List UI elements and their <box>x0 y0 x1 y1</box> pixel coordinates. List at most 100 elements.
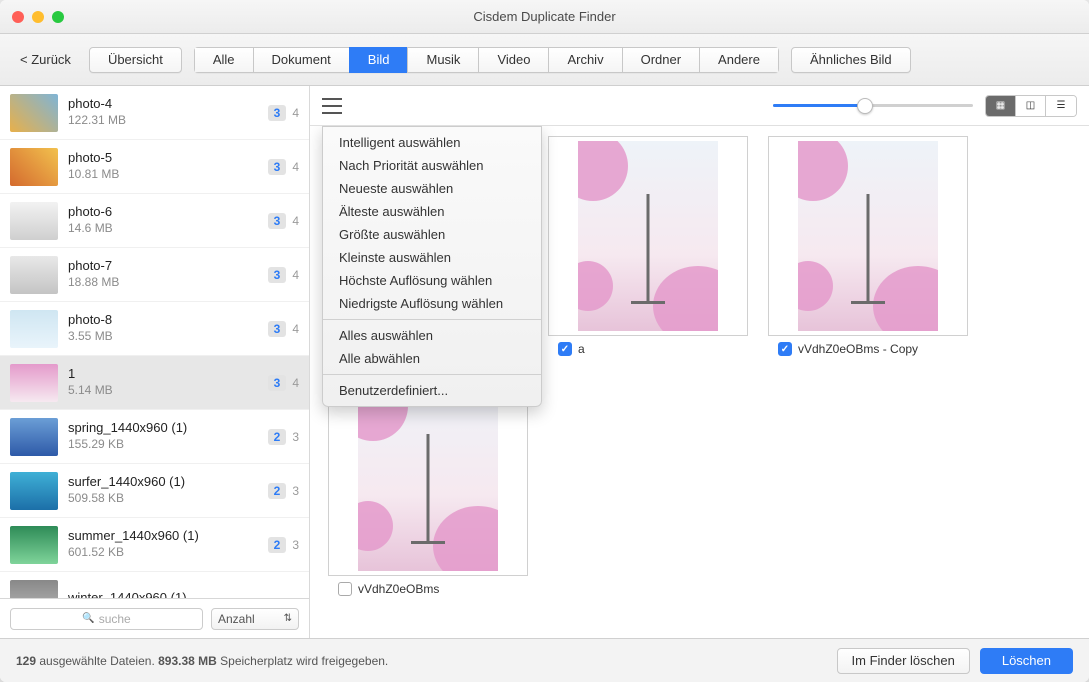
file-list: photo-4122.31 MB34photo-510.81 MB34photo… <box>0 86 309 598</box>
list-item[interactable]: surfer_1440x960 (1)509.58 KB23 <box>0 464 309 518</box>
footer: 129 ausgewählte Dateien. 893.38 MB Speic… <box>0 638 1089 682</box>
sort-label: Anzahl <box>218 612 255 626</box>
list-item[interactable]: spring_1440x960 (1)155.29 KB23 <box>0 410 309 464</box>
compare-icon: ◫ <box>1026 100 1035 111</box>
thumbnail-card[interactable]: a <box>548 136 748 356</box>
menu-item[interactable]: Kleinste auswählen <box>323 246 541 269</box>
thumbnail-icon <box>10 526 58 564</box>
selection-menu-button[interactable] <box>322 98 342 114</box>
select-checkbox[interactable] <box>338 582 352 596</box>
menu-item[interactable]: Älteste auswählen <box>323 200 541 223</box>
main-header: ▦ ◫ ☰ <box>310 86 1089 126</box>
list-item[interactable]: photo-83.55 MB34 <box>0 302 309 356</box>
search-icon: 🔍 <box>82 613 94 624</box>
file-name: photo-7 <box>68 258 258 275</box>
total-count: 3 <box>292 484 299 498</box>
file-size: 601.52 KB <box>68 545 258 561</box>
similar-image-button[interactable]: Ähnliches Bild <box>791 47 911 73</box>
file-size: 122.31 MB <box>68 113 258 129</box>
total-count: 4 <box>292 214 299 228</box>
titlebar[interactable]: Cisdem Duplicate Finder <box>0 0 1089 34</box>
tab-musik[interactable]: Musik <box>407 47 478 73</box>
list-item[interactable]: winter_1440x960 (1) <box>0 572 309 598</box>
selected-count-badge: 3 <box>268 375 287 391</box>
select-checkbox[interactable] <box>558 342 572 356</box>
back-button[interactable]: < Zurück <box>14 52 77 67</box>
delete-in-finder-button[interactable]: Im Finder löschen <box>837 648 970 674</box>
list-item[interactable]: photo-614.6 MB34 <box>0 194 309 248</box>
total-count: 4 <box>292 160 299 174</box>
overview-button[interactable]: Übersicht <box>89 47 182 73</box>
list-item[interactable]: summer_1440x960 (1)601.52 KB23 <box>0 518 309 572</box>
thumbnail-icon <box>10 580 58 599</box>
thumbnail-icon <box>10 148 58 186</box>
tab-ordner[interactable]: Ordner <box>622 47 699 73</box>
menu-item[interactable]: Benutzerdefiniert... <box>323 379 541 402</box>
list-item[interactable]: photo-718.88 MB 34 <box>0 248 309 302</box>
view-mode-segmented: ▦ ◫ ☰ <box>985 95 1077 117</box>
selected-count-badge: 2 <box>268 537 287 553</box>
menu-item[interactable]: Alles auswählen <box>323 324 541 347</box>
tab-dokument[interactable]: Dokument <box>253 47 349 73</box>
thumbnail-frame <box>548 136 748 336</box>
file-size: 5.14 MB <box>68 383 258 399</box>
sidebar-footer: 🔍 suche Anzahl ⇅ <box>0 598 309 638</box>
freed-size: 893.38 MB <box>158 654 217 668</box>
tab-andere[interactable]: Andere <box>699 47 779 73</box>
selected-count: 129 <box>16 654 36 668</box>
total-count: 4 <box>292 268 299 282</box>
file-name: a <box>578 342 585 356</box>
file-name: vVdhZ0eOBms - Copy <box>798 342 918 356</box>
file-name: spring_1440x960 (1) <box>68 420 258 437</box>
menu-item[interactable]: Höchste Auflösung wählen <box>323 269 541 292</box>
window-title: Cisdem Duplicate Finder <box>0 9 1089 24</box>
file-size: 155.29 KB <box>68 437 258 453</box>
menu-item[interactable]: Intelligent auswählen <box>323 131 541 154</box>
tab-alle[interactable]: Alle <box>194 47 253 73</box>
thumbnail-card[interactable]: vVdhZ0eOBms <box>328 376 528 596</box>
file-name: photo-6 <box>68 204 258 221</box>
list-item[interactable]: photo-4122.31 MB34 <box>0 86 309 140</box>
menu-item[interactable]: Größte auswählen <box>323 223 541 246</box>
thumbnail-grid: Intelligent auswählenNach Priorität ausw… <box>310 126 1089 638</box>
sort-select[interactable]: Anzahl ⇅ <box>211 608 299 630</box>
file-name: photo-8 <box>68 312 258 329</box>
total-count: 4 <box>292 376 299 390</box>
tab-bild[interactable]: Bild <box>349 47 408 73</box>
file-name: 1 <box>68 366 258 383</box>
thumbnail-size-slider[interactable] <box>773 96 973 116</box>
toolbar: < Zurück Übersicht AlleDokumentBildMusik… <box>0 34 1089 86</box>
tab-archiv[interactable]: Archiv <box>548 47 621 73</box>
menu-item[interactable]: Neueste auswählen <box>323 177 541 200</box>
thumbnail-icon <box>10 418 58 456</box>
selected-count-badge: 3 <box>268 321 287 337</box>
view-compare-button[interactable]: ◫ <box>1016 96 1046 116</box>
file-size: 509.58 KB <box>68 491 258 507</box>
delete-button[interactable]: Löschen <box>980 648 1073 674</box>
search-input[interactable]: 🔍 suche <box>10 608 203 630</box>
list-icon: ☰ <box>1057 100 1066 111</box>
list-item[interactable]: photo-510.81 MB34 <box>0 140 309 194</box>
list-item[interactable]: 15.14 MB 34 <box>0 356 309 410</box>
menu-item[interactable]: Alle abwählen <box>323 347 541 370</box>
menu-item[interactable]: Nach Priorität auswählen <box>323 154 541 177</box>
file-name: summer_1440x960 (1) <box>68 528 258 545</box>
chevron-updown-icon: ⇅ <box>284 613 292 624</box>
total-count: 4 <box>292 322 299 336</box>
thumbnail-icon <box>10 310 58 348</box>
thumbnail-frame <box>768 136 968 336</box>
view-grid-button[interactable]: ▦ <box>986 96 1016 116</box>
selected-count-badge: 3 <box>268 213 287 229</box>
thumbnail-icon <box>10 94 58 132</box>
menu-item[interactable]: Niedrigste Auflösung wählen <box>323 292 541 315</box>
select-checkbox[interactable] <box>778 342 792 356</box>
file-size: 18.88 MB <box>68 275 258 291</box>
file-name: photo-4 <box>68 96 258 113</box>
selected-count-badge: 3 <box>268 105 287 121</box>
tab-video[interactable]: Video <box>478 47 548 73</box>
selected-count-badge: 3 <box>268 267 287 283</box>
thumbnail-icon <box>10 472 58 510</box>
sidebar: photo-4122.31 MB34photo-510.81 MB34photo… <box>0 86 310 638</box>
thumbnail-card[interactable]: vVdhZ0eOBms - Copy <box>768 136 968 356</box>
view-list-button[interactable]: ☰ <box>1046 96 1076 116</box>
